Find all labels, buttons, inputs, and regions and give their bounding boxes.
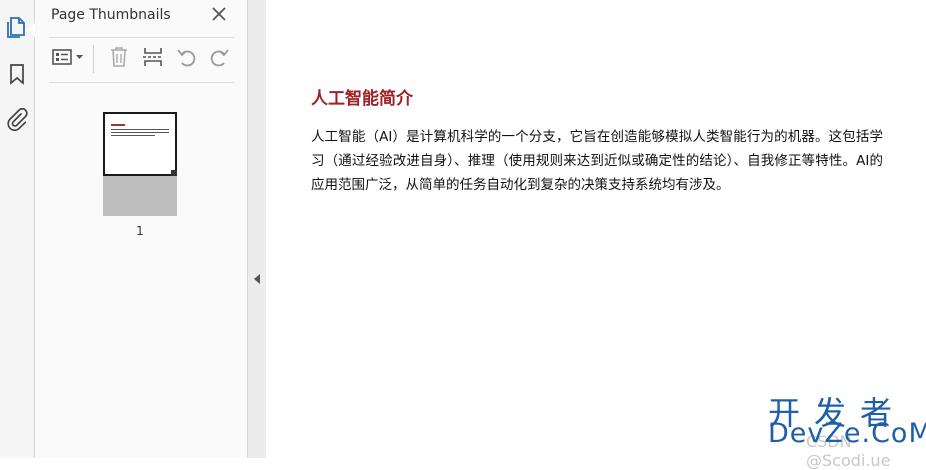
document-title: 人工智能简介 [311, 89, 413, 109]
insert-page-icon [142, 46, 164, 72]
paperclip-icon [6, 107, 28, 135]
panel-collapse-grip[interactable] [248, 0, 266, 458]
collapse-arrow-icon [254, 274, 260, 284]
delete-page-button[interactable] [107, 46, 131, 72]
watermark-en: DevZe.CoM [768, 418, 926, 449]
rotate-left-icon [176, 46, 198, 72]
thumbnail-shadow [103, 176, 177, 216]
thumbnail-page-preview [103, 112, 177, 176]
rotate-left-button[interactable] [175, 46, 199, 72]
pages-icon [6, 15, 28, 43]
page-thumbnails-button[interactable] [0, 14, 35, 44]
side-rail [0, 0, 35, 458]
attachments-button[interactable] [0, 106, 34, 136]
options-menu-icon [52, 48, 86, 70]
close-icon [212, 6, 226, 25]
page-thumbnail[interactable] [103, 112, 177, 216]
options-menu-button[interactable] [51, 46, 87, 72]
thumbnails-panel: Page Thumbnails 1 [35, 0, 248, 458]
rotate-right-icon [208, 46, 230, 72]
close-panel-button[interactable] [209, 5, 229, 25]
bookmarks-button[interactable] [0, 61, 34, 91]
delete-page-icon [109, 46, 129, 72]
bookmark-icon [8, 63, 26, 89]
panel-title: Page Thumbnails [51, 7, 171, 23]
thumbnail-page-number: 1 [136, 224, 144, 238]
thumbnails-toolbar [49, 37, 234, 83]
insert-page-button[interactable] [141, 46, 165, 72]
rotate-right-button[interactable] [207, 46, 231, 72]
document-body: 人工智能（AI）是计算机科学的一个分支，它旨在创造能够模拟人类智能行为的机器。这… [311, 129, 883, 193]
toolbar-divider [93, 45, 94, 73]
